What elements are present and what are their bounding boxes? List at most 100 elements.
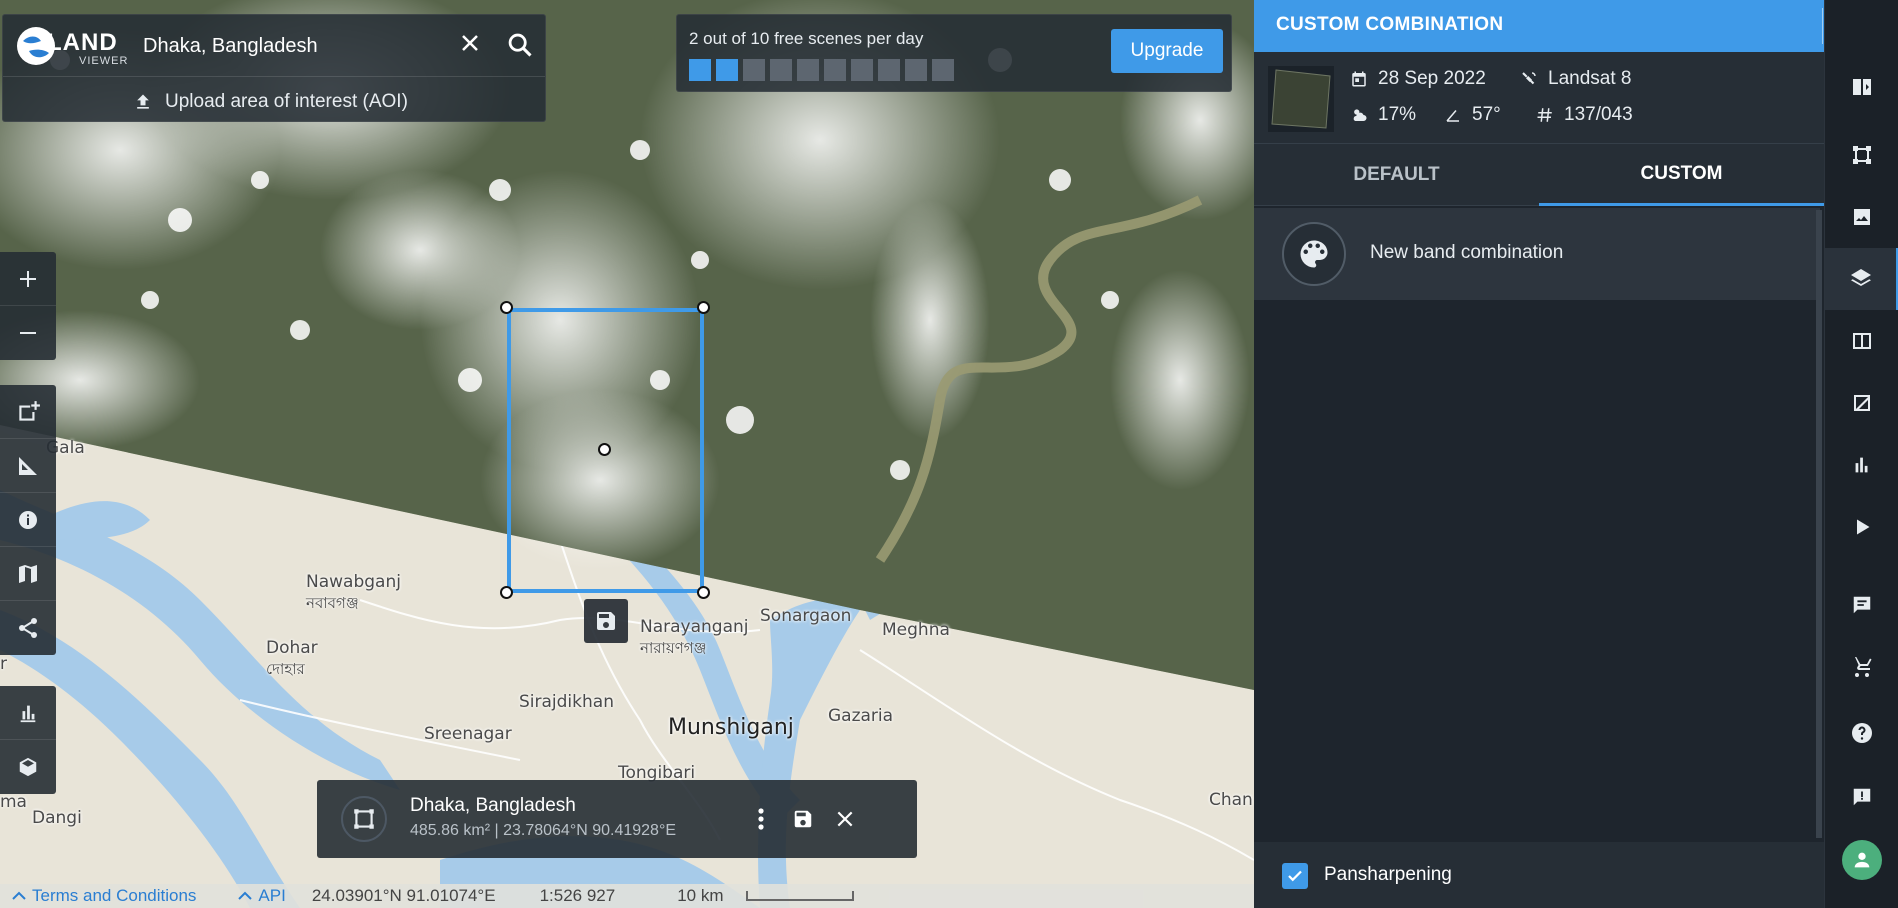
scene-angle-value: 57°: [1472, 104, 1501, 125]
tab-default[interactable]: DEFAULT: [1254, 144, 1539, 206]
upload-aoi-label: Upload area of interest (AOI): [165, 91, 408, 112]
rail-help-button[interactable]: [1825, 702, 1898, 764]
share-icon: [19, 618, 37, 638]
search-input[interactable]: [143, 29, 443, 63]
scene-path-row: 137/043: [1536, 104, 1633, 126]
bar-chart-icon: [1855, 457, 1868, 473]
chat-alert-icon: [1853, 788, 1871, 806]
statistics-button[interactable]: [0, 686, 56, 740]
measure-button[interactable]: [0, 439, 56, 493]
panel-header: CUSTOM COMBINATION: [1254, 0, 1824, 52]
3d-button[interactable]: [0, 740, 56, 794]
scene-satellite: Landsat 8: [1520, 68, 1631, 90]
scene-usage-box: [716, 59, 738, 81]
landviewer-logo[interactable]: LAND VIEWER: [17, 25, 127, 67]
pansharpening-row: Pansharpening: [1254, 842, 1824, 908]
scene-date: 28 Sep 2022: [1350, 68, 1486, 90]
rail-layers-button[interactable]: [1825, 248, 1898, 310]
aoi-save-button[interactable]: [584, 599, 628, 643]
rail-feedback-button[interactable]: [1825, 574, 1898, 636]
aoi-handle-top-right[interactable]: [697, 301, 710, 314]
rail-analytics-button[interactable]: [1825, 434, 1898, 496]
zoom-in-button[interactable]: [0, 252, 56, 306]
aoi-handle-bottom-right[interactable]: [697, 586, 710, 599]
rail-aoi-button[interactable]: [1825, 124, 1898, 186]
aoi-bar-save-button[interactable]: [786, 802, 820, 836]
angle-icon: [1446, 110, 1459, 122]
aoi-close-button[interactable]: [828, 802, 862, 836]
draw-aoi-button[interactable]: [0, 385, 56, 439]
zoom-out-button[interactable]: [0, 306, 56, 360]
aoi-handle-center[interactable]: [598, 443, 611, 456]
map-label-narayanganj: Narayanganj নারায়ণগঞ্জ: [640, 617, 749, 657]
area-icon: [1853, 146, 1871, 164]
info-icon: [19, 510, 37, 529]
search-button[interactable]: [506, 31, 536, 61]
scene-usage-box: [851, 59, 873, 81]
map-view[interactable]: Gala Nawabganj নবাবগঞ্জ Dohar দোহার Nara…: [0, 0, 1254, 908]
cloud-sun-icon: [1353, 109, 1367, 121]
terms-link[interactable]: Terms and Conditions: [12, 886, 196, 906]
map-label-munshiganj: Munshiganj: [668, 715, 794, 740]
map-label-gazaria: Gazaria: [828, 706, 894, 726]
aoi-handle-top-left[interactable]: [500, 301, 513, 314]
pansharpening-checkbox[interactable]: [1282, 863, 1308, 889]
aoi-handle-bottom-left[interactable]: [500, 586, 513, 599]
more-vertical-icon: [758, 808, 764, 830]
api-link[interactable]: API: [238, 886, 286, 906]
scene-cloud: 17%: [1350, 104, 1416, 126]
save-icon: [597, 612, 615, 630]
search-icon: [508, 33, 532, 57]
image-compare-icon: [1854, 395, 1870, 411]
close-icon: [837, 811, 853, 827]
chart-icon: [20, 705, 36, 722]
api-label: API: [258, 886, 286, 905]
rail-time-lapse-button[interactable]: [1825, 310, 1898, 372]
upgrade-button[interactable]: Upgrade: [1111, 29, 1223, 73]
save-icon: [794, 810, 812, 828]
rail-cart-button[interactable]: [1825, 636, 1898, 698]
scene-usage-box: [689, 59, 711, 81]
info-button[interactable]: [0, 493, 56, 547]
new-band-combination-item[interactable]: New band combination: [1254, 208, 1820, 300]
scale-distance: 10 km: [677, 886, 724, 905]
scene-usage-box: [770, 59, 792, 81]
rail-change-detection-button[interactable]: [1825, 372, 1898, 434]
rail-compare-button[interactable]: [1825, 56, 1898, 118]
upload-icon: [137, 94, 149, 109]
map-label-dangi: Dangi: [32, 808, 82, 828]
combination-tabs: DEFAULT CUSTOM: [1254, 144, 1824, 206]
help-icon: [1852, 723, 1872, 743]
cart-icon: [1852, 657, 1872, 677]
scene-usage-box: [743, 59, 765, 81]
logo-text: LAND: [47, 29, 118, 56]
scene-usage-box: [824, 59, 846, 81]
split-icon: [1853, 333, 1871, 349]
share-button[interactable]: [0, 601, 56, 655]
upload-aoi-button[interactable]: Upload area of interest (AOI): [133, 87, 408, 117]
map-icon: [19, 564, 37, 583]
minus-icon: [20, 332, 36, 334]
user-avatar[interactable]: [1842, 840, 1882, 880]
map-scale: 1:526 927: [539, 886, 616, 905]
calendar-icon: [1352, 71, 1366, 87]
aoi-shape-icon: [341, 796, 387, 842]
rail-chat-button[interactable]: [1825, 766, 1898, 828]
tab-custom[interactable]: CUSTOM: [1539, 144, 1824, 206]
rail-play-button[interactable]: [1825, 496, 1898, 558]
comment-icon: [1853, 596, 1871, 614]
scale-bar: [745, 891, 854, 901]
scene-info: 28 Sep 2022 Landsat 8 17% 57° 137/043: [1254, 52, 1824, 144]
basemap-button[interactable]: [0, 547, 56, 601]
check-icon: [1288, 870, 1302, 882]
rail-scenes-button[interactable]: [1825, 186, 1898, 248]
panel-scrollbar[interactable]: [1816, 210, 1822, 838]
clear-search-button[interactable]: [455, 31, 485, 61]
map-label-chan: Chan: [1209, 790, 1253, 810]
scene-date-value: 28 Sep 2022: [1378, 68, 1486, 89]
scene-thumbnail[interactable]: [1268, 66, 1334, 132]
cursor-coordinates: 24.03901°N 91.01074°E: [311, 886, 496, 905]
scene-usage-box: [878, 59, 900, 81]
aoi-more-button[interactable]: [744, 802, 778, 836]
palette-icon: [1282, 222, 1346, 286]
